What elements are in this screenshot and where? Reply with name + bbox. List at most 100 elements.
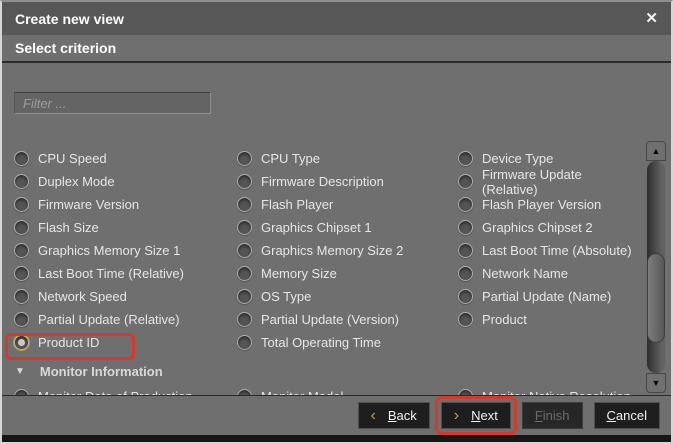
radio-option[interactable]: OS Type [237,289,458,304]
radio-icon [237,174,252,189]
next-button[interactable]: › Next [441,402,511,429]
back-button[interactable]: ‹ Back [358,402,430,429]
radio-option[interactable]: Last Boot Time (Absolute) [458,243,639,258]
radio-icon [14,289,29,304]
button-bar: ‹ Back › Next Finish Cancel [2,395,671,435]
radio-option[interactable]: Flash Player Version [458,197,639,212]
radio-option[interactable]: Product [458,312,639,327]
radio-option[interactable]: Graphics Chipset 1 [237,220,458,235]
radio-icon [458,266,473,281]
radio-option-label: Firmware Description [261,174,384,189]
radio-option-label: Network Speed [38,289,127,304]
radio-icon [14,335,29,350]
filter-input[interactable] [14,92,211,114]
radio-option[interactable]: CPU Type [237,151,458,166]
radio-icon [237,266,252,281]
radio-option-label: Last Boot Time (Absolute) [482,243,632,258]
radio-icon [237,335,252,350]
radio-icon [14,174,29,189]
radio-option-label: Partial Update (Relative) [38,312,180,327]
radio-option-label: Product [482,312,527,327]
scroll-down-icon: ▼ [652,378,661,388]
back-button-label: Back [388,408,417,423]
radio-icon [14,197,29,212]
radio-icon [14,220,29,235]
scrollbar-up-button[interactable]: ▲ [646,141,666,161]
radio-icon [458,197,473,212]
radio-icon [237,289,252,304]
close-button[interactable]: ✕ [645,11,658,26]
radio-option-label: Memory Size [261,266,337,281]
chevron-right-icon: › [454,408,459,424]
cancel-button[interactable]: Cancel [594,402,660,429]
radio-option[interactable]: Network Name [458,266,639,281]
radio-option[interactable]: Partial Update (Name) [458,289,639,304]
radio-option[interactable]: Graphics Chipset 2 [458,220,639,235]
radio-option[interactable]: Flash Player [237,197,458,212]
radio-option-label: OS Type [261,289,311,304]
radio-icon [237,243,252,258]
page-title: Select criterion [15,40,116,56]
radio-option[interactable]: Flash Size [14,220,237,235]
radio-option[interactable]: Duplex Mode [14,174,237,189]
radio-option-label: Total Operating Time [261,335,381,350]
monitor-criteria-grid: Monitor Date of ProductionMonitor ModelM… [14,385,639,395]
radio-option[interactable]: Firmware Update (Relative) [458,167,639,197]
scrollbar-down-button[interactable]: ▼ [646,373,666,393]
close-icon: ✕ [645,10,658,27]
radio-option-label: Duplex Mode [38,174,115,189]
scroll-up-icon: ▲ [652,146,661,156]
window-bottom-edge [2,435,671,442]
radio-option-label: Graphics Memory Size 2 [261,243,403,258]
section-title: Monitor Information [40,364,163,379]
radio-option-label: Last Boot Time (Relative) [38,266,184,281]
radio-option-label: Network Name [482,266,568,281]
radio-option-label: Device Type [482,151,553,166]
next-button-label: Next [471,408,498,423]
finish-button-label: Finish [535,408,570,423]
radio-option-label: Partial Update (Version) [261,312,399,327]
scrollbar-thumb[interactable] [647,253,665,343]
radio-icon [458,220,473,235]
radio-icon [14,312,29,327]
step-header: Select criterion [2,35,671,63]
scrollbar-track[interactable] [647,161,665,373]
chevron-left-icon: ‹ [371,408,376,424]
radio-option[interactable]: CPU Speed [14,151,237,166]
radio-option[interactable]: Last Boot Time (Relative) [14,266,237,281]
radio-option-label: Flash Player Version [482,197,601,212]
radio-option[interactable]: Graphics Memory Size 2 [237,243,458,258]
radio-icon [14,151,29,166]
annotation-highlight-next: › Next [435,396,517,435]
radio-option[interactable]: Memory Size [237,266,458,281]
radio-option-label: Firmware Version [38,197,139,212]
radio-option[interactable]: Product ID [14,335,237,350]
radio-option[interactable]: Firmware Version [14,197,237,212]
radio-option-label: CPU Speed [38,151,107,166]
monitor-information-section-header[interactable]: ▼ Monitor Information [15,359,163,383]
cancel-button-label: Cancel [607,408,647,423]
radio-icon [14,243,29,258]
radio-icon [237,220,252,235]
radio-option-label: Graphics Chipset 2 [482,220,593,235]
criteria-grid: CPU Speed CPU Type Device Type Duplex Mode F… [14,147,639,354]
radio-option-label: Flash Player [261,197,333,212]
create-new-view-dialog: Create new view ✕ Select criterion CPU S… [0,0,673,444]
criteria-panel: CPU Speed CPU Type Device Type Duplex Mode F… [2,65,671,395]
radio-icon [458,151,473,166]
radio-option-label: Firmware Update (Relative) [482,167,639,197]
collapse-triangle-icon: ▼ [15,366,25,377]
title-bar: Create new view ✕ [2,2,671,35]
radio-option[interactable]: Network Speed [14,289,237,304]
radio-option-label: CPU Type [261,151,320,166]
radio-icon [237,151,252,166]
radio-icon [237,312,252,327]
radio-option[interactable]: Partial Update (Version) [237,312,458,327]
radio-option[interactable]: Firmware Description [237,174,458,189]
radio-option[interactable]: Device Type [458,151,639,166]
radio-icon [237,197,252,212]
radio-icon [14,266,29,281]
radio-option[interactable]: Partial Update (Relative) [14,312,237,327]
radio-option[interactable]: Total Operating Time [237,335,458,350]
radio-option[interactable]: Graphics Memory Size 1 [14,243,237,258]
